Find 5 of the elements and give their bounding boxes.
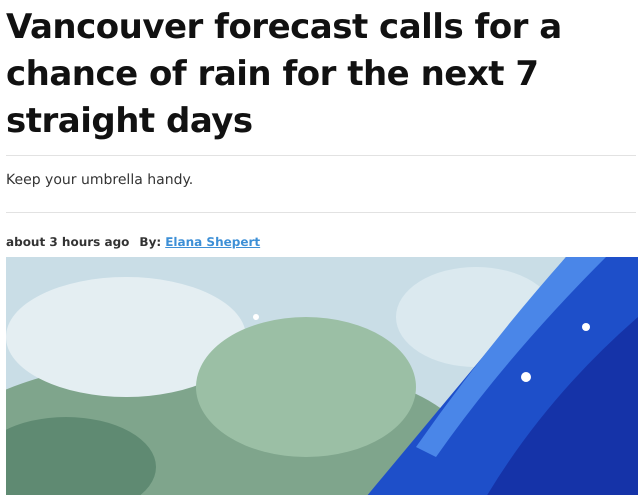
headline: Vancouver forecast calls for a chance of rain for the next 7 straight days [6,6,563,143]
author-link[interactable]: Elana Shepert [165,235,260,249]
byline-label: By: [139,235,162,249]
timestamp: about 3 hours ago [6,235,130,249]
subheadline: Keep your umbrella handy. [6,171,194,190]
